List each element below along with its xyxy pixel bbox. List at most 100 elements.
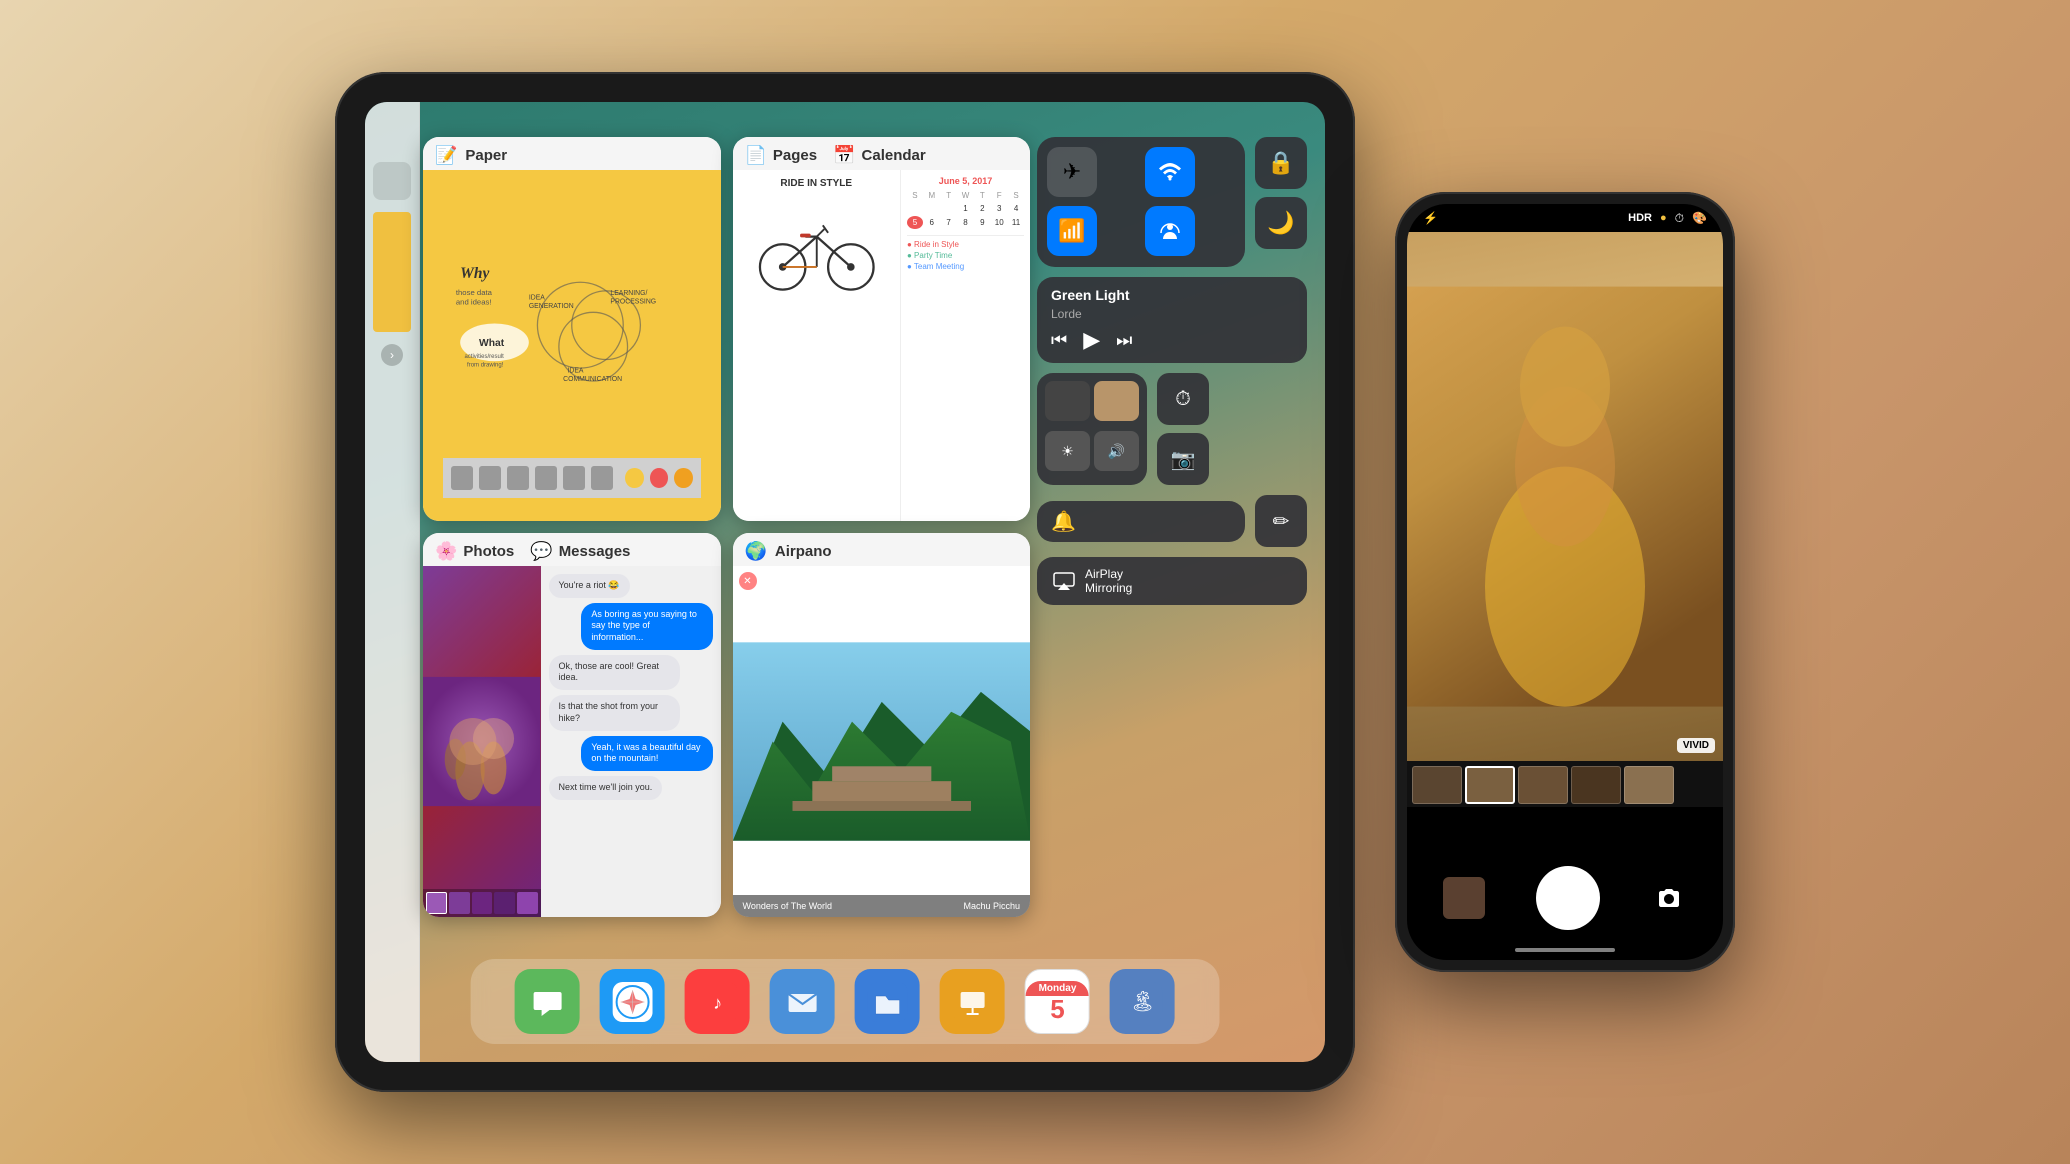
airpano-icon: 🌍 xyxy=(745,541,767,562)
play-btn[interactable]: ▶ xyxy=(1083,327,1100,353)
messages-label: Messages xyxy=(559,543,631,560)
next-btn[interactable]: ⏭ xyxy=(1116,330,1132,351)
cc-extra-btns: ⏱ 📷 xyxy=(1157,373,1209,485)
airpano-card[interactable]: 🌍 Airpano ✕ xyxy=(733,533,1031,917)
shutter-btn[interactable] xyxy=(1536,866,1600,930)
thumb-3 xyxy=(472,892,493,914)
camera-bottom-controls xyxy=(1407,866,1723,930)
photo-strip xyxy=(423,889,541,917)
dock-files-btn[interactable] xyxy=(855,969,920,1034)
airdrop-icon xyxy=(1158,219,1182,243)
color-cell-2 xyxy=(1094,381,1139,421)
cal-month: June 5, 2017 xyxy=(907,176,1024,186)
cc-connectivity-panel: ✈ 📶 xyxy=(1037,137,1245,267)
color-cell-1 xyxy=(1045,381,1090,421)
messages-icon: 💬 xyxy=(530,541,552,562)
filmstrip-thumb-5[interactable] xyxy=(1624,766,1674,804)
cal-event-1: ● Ride in Style xyxy=(907,240,1024,249)
airplay-text: AirPlay Mirroring xyxy=(1085,567,1132,595)
filmstrip xyxy=(1407,761,1723,807)
status-center-icons: HDR ● ⏱ 🎨 xyxy=(1628,211,1707,226)
wifi-btn[interactable] xyxy=(1145,147,1195,197)
timer-btn[interactable]: ⏱ xyxy=(1157,373,1209,425)
airplane-mode-btn[interactable]: ✈ xyxy=(1047,147,1097,197)
ride-in-style-text: RIDE IN STYLE xyxy=(780,178,852,189)
wifi-icon xyxy=(1158,160,1182,184)
paper-card[interactable]: 📝 Paper Why those data and ideas! xyxy=(423,137,721,521)
caption-machu: Machu Picchu xyxy=(963,901,1020,911)
iphone-status-bar: ⚡ HDR ● ⏱ 🎨 xyxy=(1407,204,1723,232)
calendar-day-number: 5 xyxy=(1050,996,1064,1022)
filmstrip-thumb-3[interactable] xyxy=(1518,766,1568,804)
pages-icon: 📄 xyxy=(745,145,767,166)
photos-messages-card[interactable]: 🌸 Photos 💬 Messages xyxy=(423,533,721,917)
airplay-label-line2: Mirroring xyxy=(1085,581,1132,595)
svg-text:GENERATION: GENERATION xyxy=(529,303,574,310)
control-center: ✈ 📶 xyxy=(1037,137,1307,917)
dock-safari-icon xyxy=(612,982,652,1022)
dock-keynote-btn[interactable] xyxy=(940,969,1005,1034)
scene: › 📝 Paper Why t xyxy=(335,72,1735,1092)
volume-btn[interactable]: 🔊 xyxy=(1094,431,1139,471)
msg-received-3: Is that the shot from your hike? xyxy=(549,695,680,730)
calendar-icon: 📅 xyxy=(833,145,855,166)
dock-messages-icon xyxy=(527,982,567,1022)
calendar-preview: June 5, 2017 S M T W T F S xyxy=(900,170,1030,521)
paper-title: Paper xyxy=(465,147,507,164)
svg-text:IDEA: IDEA xyxy=(567,368,583,375)
bluetooth-btn[interactable]: 📶 xyxy=(1047,206,1097,256)
thumb-5 xyxy=(517,892,538,914)
svg-text:and ideas!: and ideas! xyxy=(456,298,492,307)
cc-music-panel: Green Light Lorde ⏮ ▶ ⏭ xyxy=(1037,277,1307,363)
dock-safari-btn[interactable] xyxy=(600,969,665,1034)
dock-messages-btn[interactable] xyxy=(515,969,580,1034)
airpano-title: Airpano xyxy=(775,543,832,560)
svg-text:🏝: 🏝 xyxy=(1130,991,1155,1013)
cc-top-row: ✈ 📶 xyxy=(1037,137,1307,267)
photos-label: Photos xyxy=(463,543,514,560)
dock-mail-btn[interactable] xyxy=(770,969,835,1034)
prev-btn[interactable]: ⏮ xyxy=(1051,330,1067,351)
dock-travelbook-btn[interactable]: 🏝 xyxy=(1110,969,1175,1034)
filmstrip-thumb-2-active[interactable] xyxy=(1465,766,1515,804)
thumb-2 xyxy=(449,892,470,914)
do-not-disturb-btn[interactable]: 🌙 xyxy=(1255,197,1307,249)
sidebar-arrow[interactable]: › xyxy=(381,344,403,366)
filmstrip-thumb-4[interactable] xyxy=(1571,766,1621,804)
dock-calendar-btn[interactable]: Monday 5 xyxy=(1025,969,1090,1034)
paper-icon: 📝 xyxy=(435,145,457,166)
thumb-1 xyxy=(426,892,447,914)
airpano-body: ✕ xyxy=(733,566,1031,917)
airpano-close[interactable]: ✕ xyxy=(739,572,757,590)
cc-color-panel: ☀ 🔊 xyxy=(1037,373,1147,485)
photos-icon: 🌸 xyxy=(435,541,457,562)
calendar-events: ● Ride in Style ● Party Time ● Team Meet… xyxy=(907,235,1024,271)
pages-calendar-card[interactable]: 📄 Pages 📅 Calendar RIDE IN STYLE xyxy=(733,137,1031,521)
dock-music-btn[interactable]: ♪ xyxy=(685,969,750,1034)
sidebar-icon-1 xyxy=(373,162,411,200)
airpano-caption-bar: Wonders of The World Machu Picchu xyxy=(733,895,1031,917)
msg-received-4: Next time we'll join you. xyxy=(549,776,663,800)
messages-header-item: 💬 Messages xyxy=(530,541,630,562)
status-left-icons: ⚡ xyxy=(1423,211,1438,225)
calendar-title-label: Calendar xyxy=(862,147,926,164)
photos-msg-body: You're a riot 😂 As boring as you saying … xyxy=(423,566,721,917)
dock-music-icon: ♪ xyxy=(697,982,737,1022)
airplay-label-line1: AirPlay xyxy=(1085,567,1132,581)
ipad-screen: › 📝 Paper Why t xyxy=(365,102,1325,1062)
filmstrip-thumb-1[interactable] xyxy=(1412,766,1462,804)
pages-cal-body: RIDE IN STYLE xyxy=(733,170,1031,521)
camera-switch-btn[interactable] xyxy=(1651,880,1687,916)
svg-text:COMMUNICATION: COMMUNICATION xyxy=(563,376,622,383)
brightness-btn[interactable]: ☀ xyxy=(1045,431,1090,471)
edit-btn[interactable]: ✏ xyxy=(1255,495,1307,547)
pages-header-item: 📄 Pages xyxy=(745,145,818,166)
screen-lock-btn[interactable]: 🔒 xyxy=(1255,137,1307,189)
last-photo-thumb[interactable] xyxy=(1443,877,1485,919)
dock-travelbook-icon: 🏝 xyxy=(1122,982,1162,1022)
svg-text:Why: Why xyxy=(460,265,489,282)
app-grid: 📝 Paper Why those data and ideas! xyxy=(423,137,1030,917)
airplay-panel[interactable]: AirPlay Mirroring xyxy=(1037,557,1307,605)
airdrop-btn[interactable] xyxy=(1145,206,1195,256)
camera-btn[interactable]: 📷 xyxy=(1157,433,1209,485)
